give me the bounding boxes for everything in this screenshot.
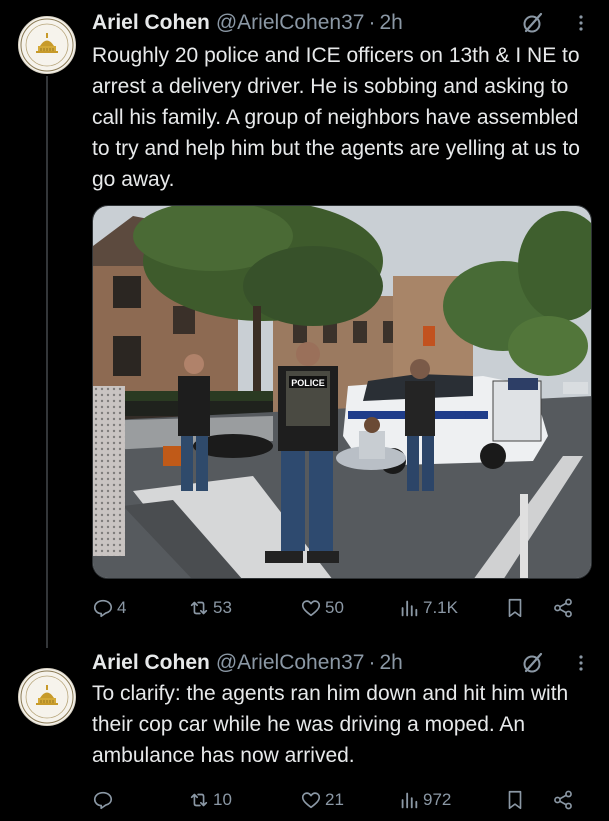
tweet-actions: 4 53 50 7.1K: [92, 593, 582, 623]
bookmark-button[interactable]: [504, 785, 529, 815]
views-button[interactable]: 972: [398, 785, 451, 815]
like-count: 21: [325, 790, 344, 809]
tweet-photo[interactable]: POLI POLICE: [92, 205, 592, 579]
repost-button[interactable]: 10: [188, 785, 232, 815]
timestamp[interactable]: 2h: [379, 651, 402, 675]
views-button[interactable]: 7.1K: [398, 593, 458, 623]
reply-icon: [93, 599, 113, 618]
views-count: 972: [423, 790, 452, 809]
views-icon: [401, 792, 418, 809]
handle[interactable]: @ArielCohen37: [216, 11, 365, 35]
tweet-text: To clarify: the agents ran him down and …: [92, 682, 569, 767]
repost-count: 53: [213, 598, 232, 617]
tweet[interactable]: Ariel Cohen @ArielCohen37 · 2h To clarif…: [0, 640, 609, 821]
reply-button[interactable]: [92, 785, 117, 815]
like-count: 50: [325, 598, 344, 617]
bookmark-icon: [508, 598, 522, 618]
tweet-header: Ariel Cohen @ArielCohen37 · 2h: [92, 648, 589, 678]
separator: ·: [368, 11, 376, 34]
grok-icon[interactable]: [521, 651, 545, 675]
tweet[interactable]: Ariel Cohen @ArielCohen37 · 2h Roughly 2…: [0, 0, 609, 640]
repost-icon: [190, 601, 208, 615]
like-button[interactable]: 50: [300, 593, 344, 623]
views-count: 7.1K: [423, 598, 458, 617]
more-icon[interactable]: [573, 11, 589, 35]
views-icon: [401, 600, 418, 617]
share-icon: [554, 790, 572, 810]
display-name[interactable]: Ariel Cohen: [92, 651, 210, 675]
separator: ·: [368, 651, 376, 674]
display-name[interactable]: Ariel Cohen: [92, 11, 210, 35]
repost-icon: [190, 793, 208, 807]
car-label: POLI: [465, 410, 489, 421]
like-button[interactable]: 21: [300, 785, 344, 815]
share-button[interactable]: [552, 593, 577, 623]
tweet-text: Roughly 20 police and ICE officers on 13…: [92, 44, 580, 191]
heart-icon: [301, 600, 321, 617]
reply-button[interactable]: 4: [92, 593, 126, 623]
bookmark-button[interactable]: [504, 593, 529, 623]
more-icon[interactable]: [573, 651, 589, 675]
reply-count: 4: [117, 598, 127, 617]
grok-icon[interactable]: [521, 11, 545, 35]
repost-count: 10: [213, 790, 232, 809]
bookmark-icon: [508, 790, 522, 810]
avatar[interactable]: [18, 16, 76, 74]
timestamp[interactable]: 2h: [379, 11, 402, 35]
vest-label: POLICE: [291, 378, 325, 388]
tweet-header: Ariel Cohen @ArielCohen37 · 2h: [92, 8, 589, 38]
share-button[interactable]: [552, 785, 577, 815]
share-icon: [554, 598, 572, 618]
avatar[interactable]: [18, 668, 76, 726]
reply-icon: [93, 791, 113, 810]
tweet-actions: 10 21 972: [92, 785, 582, 815]
heart-icon: [301, 792, 321, 809]
repost-button[interactable]: 53: [188, 593, 232, 623]
handle[interactable]: @ArielCohen37: [216, 651, 365, 675]
